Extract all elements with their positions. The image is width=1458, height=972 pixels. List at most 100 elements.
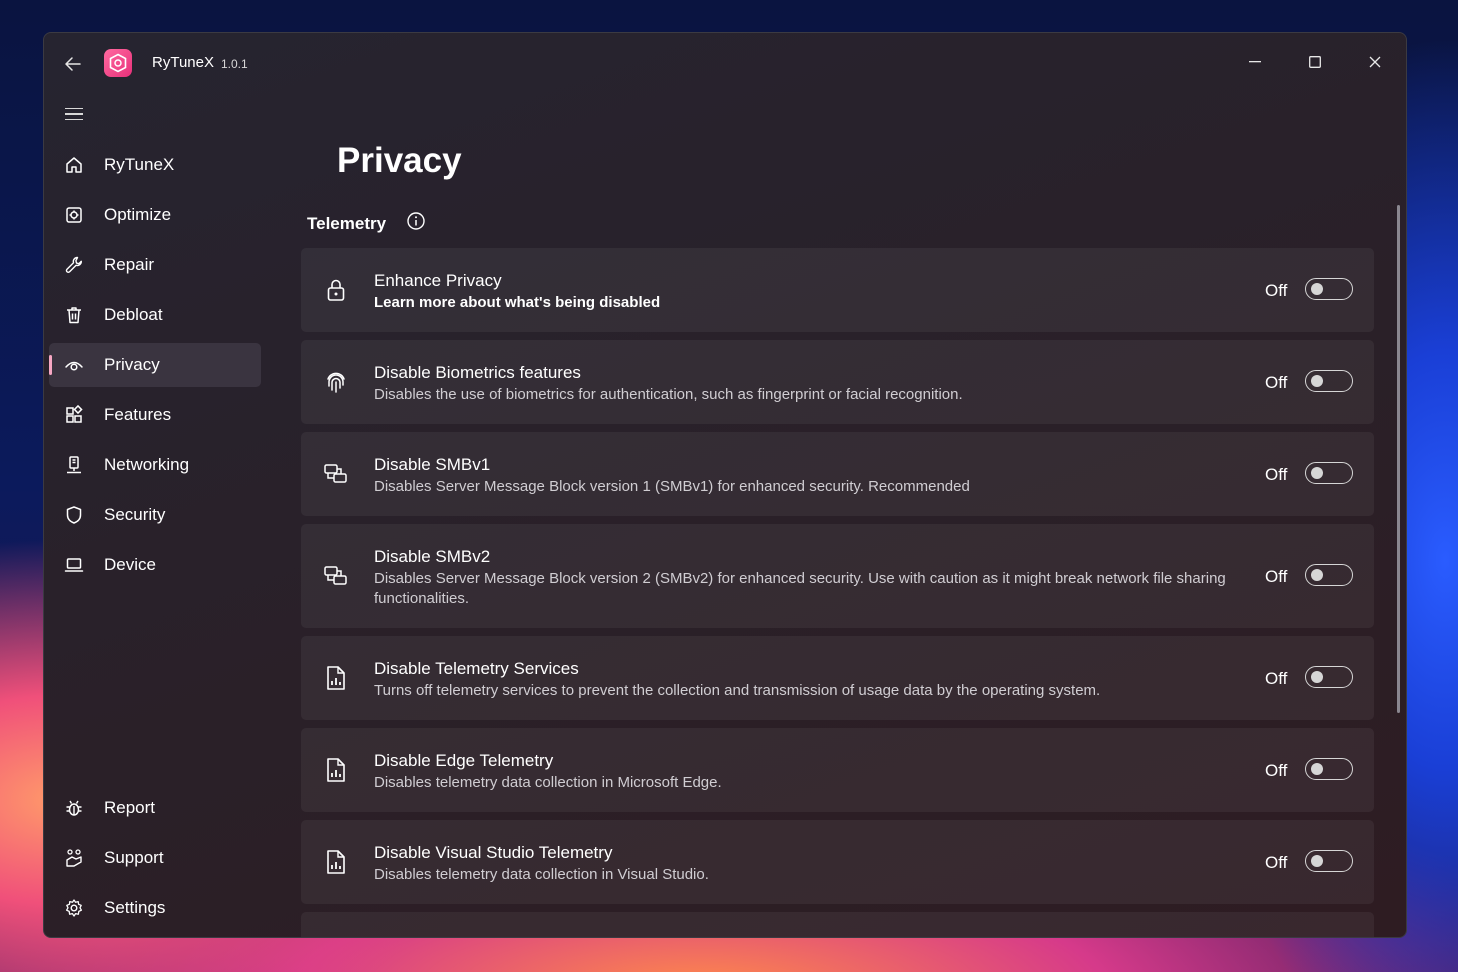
app-window: RyTuneX 1.0.1 RyTuneX Optimize Repair De…	[43, 32, 1407, 938]
sidebar-item-label: Optimize	[104, 205, 172, 224]
setting-title: Disable Biometrics features	[374, 363, 581, 382]
sidebar-item-report[interactable]: Report	[49, 786, 261, 830]
setting-card-edge-telemetry: Disable Edge Telemetry Disables telemetr…	[301, 728, 1374, 812]
title-bar: RyTuneX 1.0.1	[44, 33, 1406, 95]
sidebar-item-privacy[interactable]: Privacy	[49, 343, 261, 387]
sidebar-item-label: Support	[104, 848, 164, 867]
biometrics-toggle[interactable]	[1305, 370, 1353, 392]
sidebar-item-label: Report	[104, 798, 156, 817]
setting-title: Disable SMBv1	[374, 455, 491, 474]
setting-title: Enhance Privacy	[374, 271, 502, 290]
setting-title: Disable Telemetry Services	[374, 659, 579, 678]
app-logo-icon	[104, 49, 132, 77]
setting-card-partial	[301, 912, 1374, 937]
toggle-knob	[1311, 855, 1323, 867]
toggle-knob	[1311, 763, 1323, 775]
laptop-icon	[63, 554, 85, 576]
report-doc-icon	[321, 755, 351, 785]
sidebar-item-label: Networking	[104, 455, 190, 474]
toggle-state-label: Off	[1265, 853, 1288, 872]
report-doc-icon	[321, 847, 351, 877]
sidebar-item-settings[interactable]: Settings	[49, 886, 261, 930]
toggle-knob	[1311, 375, 1323, 387]
setting-description: Disables Server Message Block version 1 …	[374, 478, 970, 495]
close-icon[interactable]	[1352, 47, 1398, 77]
app-name: RyTuneX	[152, 54, 214, 71]
setting-title: Disable Edge Telemetry	[374, 751, 554, 770]
toggle-state-label: Off	[1265, 281, 1288, 300]
app-version: 1.0.1	[221, 57, 248, 71]
setting-card-vs-telemetry: Disable Visual Studio Telemetry Disables…	[301, 820, 1374, 904]
sidebar-item-label: Security	[104, 505, 166, 524]
features-icon	[63, 404, 85, 426]
sidebar-item-security[interactable]: Security	[49, 493, 261, 537]
toggle-state-label: Off	[1265, 669, 1288, 688]
lock-icon	[321, 275, 351, 305]
sidebar-item-support[interactable]: Support	[49, 836, 261, 880]
sidebar-item-label: Privacy	[104, 355, 160, 374]
maximize-icon[interactable]	[1292, 47, 1338, 77]
optimize-icon	[63, 204, 85, 226]
home-icon	[63, 154, 85, 176]
vs-telemetry-toggle[interactable]	[1305, 850, 1353, 872]
sidebar-item-label: Features	[104, 405, 172, 424]
support-icon	[63, 847, 85, 869]
smb-icon	[321, 561, 351, 591]
gear-icon	[63, 897, 85, 919]
sidebar-item-networking[interactable]: Networking	[49, 443, 261, 487]
fingerprint-icon	[321, 367, 351, 397]
scrollbar[interactable]	[1397, 205, 1400, 713]
setting-description: Disables Server Message Block version 2 …	[374, 570, 1226, 607]
network-icon	[63, 454, 85, 476]
back-arrow-icon[interactable]	[60, 51, 86, 77]
toggle-state-label: Off	[1265, 465, 1288, 484]
toggle-state-label: Off	[1265, 761, 1288, 780]
smb-icon	[321, 459, 351, 489]
sidebar-item-label: Settings	[104, 898, 166, 917]
sidebar-item-rytunex[interactable]: RyTuneX	[49, 143, 261, 187]
sidebar-item-device[interactable]: Device	[49, 543, 261, 587]
shield-icon	[63, 504, 85, 526]
section-title: Telemetry	[307, 214, 387, 233]
sidebar-item-label: Debloat	[104, 305, 163, 324]
bug-icon	[63, 797, 85, 819]
sidebar-item-repair[interactable]: Repair	[49, 243, 261, 287]
report-doc-icon	[321, 663, 351, 693]
sidebar-item-label: Device	[104, 555, 156, 574]
sidebar-item-optimize[interactable]: Optimize	[49, 193, 261, 237]
enhance-privacy-toggle[interactable]	[1305, 278, 1353, 300]
menu-toggle-icon[interactable]	[62, 103, 88, 125]
edge-telemetry-toggle[interactable]	[1305, 758, 1353, 780]
learn-more-link[interactable]: Learn more about what's being disabled	[374, 293, 1244, 313]
setting-description: Turns off telemetry services to prevent …	[374, 682, 1101, 699]
page-title: Privacy	[337, 141, 462, 180]
setting-card-telemetry-services: Disable Telemetry Services Turns off tel…	[301, 636, 1374, 720]
sidebar-item-features[interactable]: Features	[49, 393, 261, 437]
trash-icon	[63, 304, 85, 326]
smbv2-toggle[interactable]	[1305, 564, 1353, 586]
setting-description: Disables the use of biometrics for authe…	[374, 386, 963, 403]
sidebar-item-debloat[interactable]: Debloat	[49, 293, 261, 337]
minimize-icon[interactable]	[1232, 47, 1278, 77]
toggle-state-label: Off	[1265, 373, 1288, 392]
setting-description: Disables telemetry data collection in Vi…	[374, 866, 709, 883]
setting-description: Disables telemetry data collection in Mi…	[374, 774, 722, 791]
setting-title: Disable Visual Studio Telemetry	[374, 843, 613, 862]
smbv1-toggle[interactable]	[1305, 462, 1353, 484]
wrench-icon	[63, 254, 85, 276]
toggle-knob	[1311, 467, 1323, 479]
info-icon[interactable]	[406, 211, 428, 233]
toggle-knob	[1311, 283, 1323, 295]
toggle-state-label: Off	[1265, 567, 1288, 586]
setting-card-biometrics: Disable Biometrics features Disables the…	[301, 340, 1374, 424]
setting-card-smbv1: Disable SMBv1 Disables Server Message Bl…	[301, 432, 1374, 516]
setting-card-smbv2: Disable SMBv2 Disables Server Message Bl…	[301, 524, 1374, 628]
toggle-knob	[1311, 671, 1323, 683]
toggle-knob	[1311, 569, 1323, 581]
telemetry-services-toggle[interactable]	[1305, 666, 1353, 688]
sidebar-item-label: RyTuneX	[104, 155, 175, 174]
sidebar-item-label: Repair	[104, 255, 155, 274]
setting-title: Disable SMBv2	[374, 547, 491, 566]
eye-icon	[63, 354, 85, 376]
setting-card-enhance-privacy: Enhance Privacy Learn more about what's …	[301, 248, 1374, 332]
